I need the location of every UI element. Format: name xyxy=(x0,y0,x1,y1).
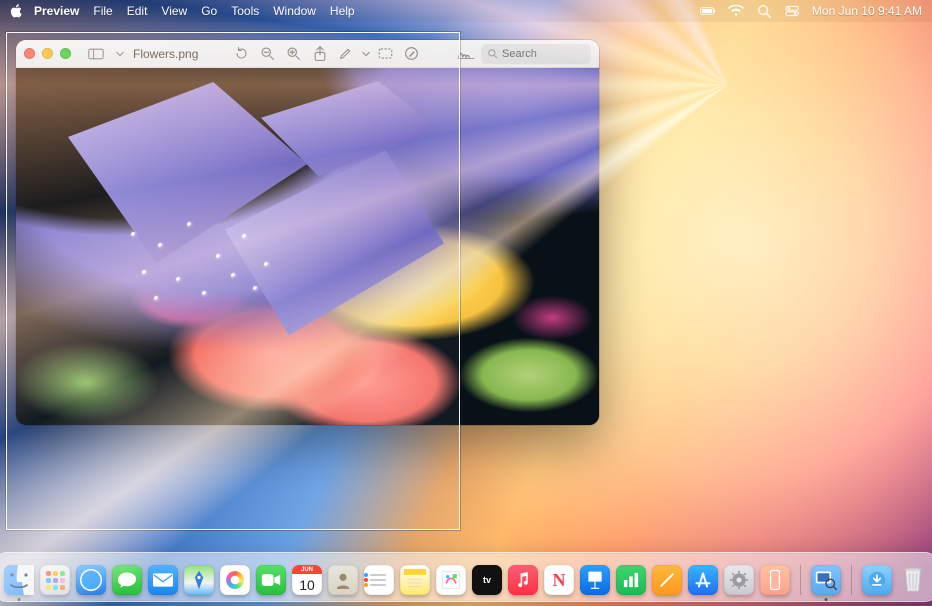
rectangle-selection-icon[interactable] xyxy=(375,45,397,63)
dock-app-settings[interactable] xyxy=(724,565,754,595)
menubar-datetime[interactable]: Mon Jun 10 9:41 AM xyxy=(812,4,922,18)
dock-app-launchpad[interactable] xyxy=(40,565,70,595)
dock-app-contacts[interactable] xyxy=(328,565,358,595)
dock-app-keynote[interactable] xyxy=(580,565,610,595)
dock-app-music[interactable] xyxy=(508,565,538,595)
dock-app-mail[interactable] xyxy=(148,565,178,595)
minimize-button[interactable] xyxy=(42,48,53,59)
photos-icon xyxy=(220,565,250,595)
maps-icon xyxy=(184,565,214,595)
dock-app-safari[interactable] xyxy=(76,565,106,595)
battery-icon[interactable] xyxy=(700,3,716,19)
numbers-icon xyxy=(616,565,646,595)
search-icon xyxy=(487,48,498,59)
settings-icon xyxy=(724,565,754,595)
dock-app-messages[interactable] xyxy=(112,565,142,595)
app-menus: Preview File Edit View Go Tools Window H… xyxy=(34,4,355,18)
menu-help[interactable]: Help xyxy=(330,4,355,18)
preview-icon xyxy=(811,565,841,595)
notes-icon xyxy=(400,565,430,595)
dock-app-reminders[interactable]: .reminders-lines i:nth-child(1)::before{… xyxy=(364,565,394,595)
toolbar-search[interactable] xyxy=(481,44,591,64)
safari-icon xyxy=(76,565,106,595)
facetime-icon xyxy=(256,565,286,595)
sidebar-menu-chevron-icon[interactable] xyxy=(115,45,125,63)
menu-tools[interactable]: Tools xyxy=(231,4,259,18)
dock-app-news[interactable]: N xyxy=(544,565,574,595)
dock-app-notes[interactable] xyxy=(400,565,430,595)
dock-app-freeform[interactable] xyxy=(436,565,466,595)
desktop-wallpaper: Preview File Edit View Go Tools Window H… xyxy=(0,0,932,606)
dock-downloads-stack[interactable] xyxy=(862,565,892,595)
dock-trash[interactable] xyxy=(898,565,928,595)
image-viewport[interactable] xyxy=(16,68,599,425)
toolbar-right-group xyxy=(455,44,591,64)
signature-icon[interactable] xyxy=(455,45,477,63)
menu-window[interactable]: Window xyxy=(273,4,316,18)
tv-icon: tv xyxy=(472,565,502,595)
messages-icon xyxy=(112,565,142,595)
dock-app-photos[interactable] xyxy=(220,565,250,595)
control-center-icon[interactable] xyxy=(784,3,800,19)
music-icon xyxy=(508,565,538,595)
news-icon: N xyxy=(544,565,574,595)
traffic-lights xyxy=(24,48,71,59)
downloads-icon xyxy=(862,565,892,595)
wifi-icon[interactable] xyxy=(728,3,744,19)
dock-separator xyxy=(851,565,852,595)
dock-app-appstore[interactable] xyxy=(688,565,718,595)
launchpad-icon xyxy=(40,565,70,595)
dock-app-finder[interactable] xyxy=(4,565,34,595)
menu-go[interactable]: Go xyxy=(201,4,217,18)
dock-app-tv[interactable]: tv xyxy=(472,565,502,595)
freeform-icon xyxy=(436,565,466,595)
calendar-month-label: JUN xyxy=(292,565,322,574)
reminders-icon: .reminders-lines i:nth-child(1)::before{… xyxy=(364,565,394,595)
running-indicator xyxy=(825,598,828,601)
window-titlebar[interactable]: Flowers.png xyxy=(16,40,599,68)
search-input[interactable] xyxy=(502,48,582,60)
menubar: Preview File Edit View Go Tools Window H… xyxy=(0,0,932,22)
menu-app-name[interactable]: Preview xyxy=(34,4,79,18)
zoom-out-icon[interactable] xyxy=(257,45,279,63)
calendar-day-number: 10 xyxy=(292,574,322,595)
dock-app-calendar[interactable]: JUN 10 xyxy=(292,565,322,595)
spotlight-icon[interactable] xyxy=(756,3,772,19)
document-title: Flowers.png xyxy=(133,47,198,61)
apple-menu-icon[interactable] xyxy=(10,4,24,18)
pages-icon xyxy=(652,565,682,595)
running-indicator xyxy=(18,598,21,601)
sidebar-toggle-icon[interactable] xyxy=(85,45,107,63)
preview-window[interactable]: Flowers.png xyxy=(16,40,599,425)
menu-edit[interactable]: Edit xyxy=(127,4,148,18)
dock-app-maps[interactable] xyxy=(184,565,214,595)
dock-app-iphone-mirroring[interactable] xyxy=(760,565,790,595)
zoom-in-icon[interactable] xyxy=(283,45,305,63)
zoom-button[interactable] xyxy=(60,48,71,59)
dock: JUN 10 .reminders-lines i:nth-child(1)::… xyxy=(0,552,932,602)
iphone-icon xyxy=(760,565,790,595)
dock-app-facetime[interactable] xyxy=(256,565,286,595)
dock-separator xyxy=(800,565,801,595)
contacts-icon xyxy=(328,565,358,595)
close-button[interactable] xyxy=(24,48,35,59)
menu-file[interactable]: File xyxy=(93,4,112,18)
dock-app-numbers[interactable] xyxy=(616,565,646,595)
dock-container: JUN 10 .reminders-lines i:nth-child(1)::… xyxy=(0,552,932,602)
trash-icon xyxy=(898,565,928,595)
dock-app-preview[interactable] xyxy=(811,565,841,595)
finder-icon xyxy=(4,565,34,595)
dock-app-pages[interactable] xyxy=(652,565,682,595)
toolbar-center-group xyxy=(231,45,423,63)
menubar-status-area: Mon Jun 10 9:41 AM xyxy=(700,3,922,19)
highlight-menu-chevron-icon[interactable] xyxy=(361,45,371,63)
highlight-icon[interactable] xyxy=(335,45,357,63)
mail-icon xyxy=(148,565,178,595)
markup-icon[interactable] xyxy=(401,45,423,63)
appstore-icon xyxy=(688,565,718,595)
rotate-left-icon[interactable] xyxy=(231,45,253,63)
keynote-icon xyxy=(580,565,610,595)
menu-view[interactable]: View xyxy=(161,4,187,18)
share-icon[interactable] xyxy=(309,45,331,63)
